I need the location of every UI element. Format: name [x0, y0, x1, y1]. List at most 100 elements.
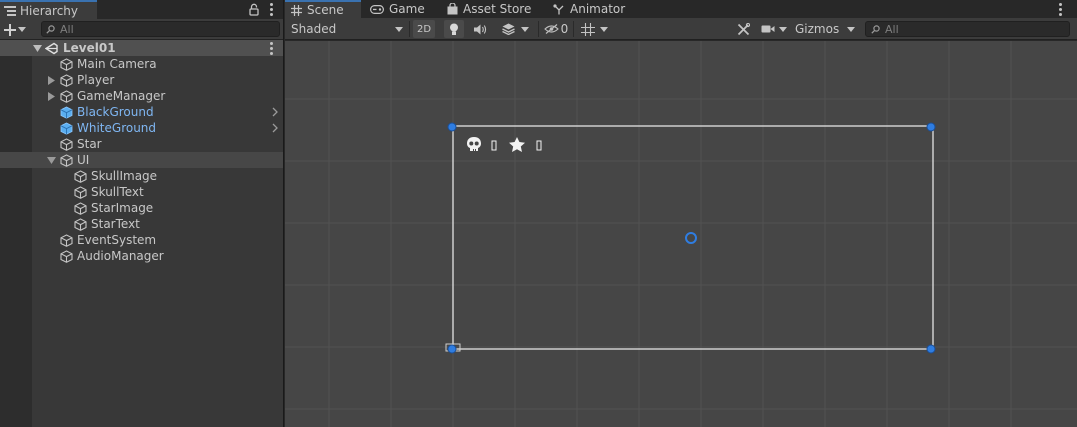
tab-animator[interactable]: Animator	[547, 0, 631, 18]
hierarchy-search-input[interactable]: All	[41, 21, 280, 37]
collapsed-arrow-icon[interactable]	[47, 92, 56, 101]
unity-scene-icon	[45, 42, 58, 55]
hierarchy-item-main-camera[interactable]: Main Camera	[0, 56, 283, 72]
ui-canvas-bounds	[452, 125, 934, 350]
hierarchy-item-skulltext[interactable]: SkullText	[0, 184, 283, 200]
add-dropdown-caret-icon	[18, 27, 26, 32]
gizmos-dropdown[interactable]: Gizmos	[792, 20, 858, 38]
chevron-right-icon[interactable]	[271, 123, 279, 133]
add-object-button[interactable]	[4, 21, 34, 38]
scene-row-level01[interactable]: Level01	[0, 40, 283, 56]
2d-toggle-button[interactable]: 2D	[413, 20, 435, 38]
hierarchy-toolbar: All	[0, 19, 283, 40]
effects-dropdown[interactable]	[495, 20, 535, 38]
scene-view-canvas[interactable]	[285, 41, 1077, 427]
tab-asset-store[interactable]: Asset Store	[441, 0, 537, 18]
gameobject-cube-icon	[74, 170, 87, 183]
hierarchy-item-startext[interactable]: StarText	[0, 216, 283, 232]
hierarchy-item-label: AudioManager	[77, 249, 164, 263]
plus-icon	[4, 23, 16, 36]
camera-dropdown[interactable]	[759, 20, 789, 38]
layers-effects-icon	[501, 23, 515, 35]
hidden-eye-icon	[543, 24, 559, 34]
hierarchy-item-ui[interactable]: UI	[0, 152, 283, 168]
speaker-icon	[473, 24, 486, 34]
tools-icon	[737, 22, 750, 35]
hierarchy-item-starimage[interactable]: StarImage	[0, 200, 283, 216]
dropdown-caret-icon	[520, 26, 529, 32]
hierarchy-item-audiomanager[interactable]: AudioManager	[0, 248, 283, 264]
expanded-arrow-icon[interactable]	[33, 44, 42, 53]
gameobject-cube-icon	[60, 234, 73, 247]
hierarchy-item-label: Star	[77, 137, 102, 151]
hierarchy-item-gamemanager[interactable]: GameManager	[0, 88, 283, 104]
draw-mode-label: Shaded	[291, 22, 337, 36]
prefab-cube-icon	[60, 106, 73, 119]
tab-game[interactable]: Game	[364, 0, 434, 18]
gamepad-icon	[370, 4, 384, 14]
hierarchy-item-eventsystem[interactable]: EventSystem	[0, 232, 283, 248]
expanded-arrow-icon[interactable]	[47, 156, 56, 165]
hierarchy-tab[interactable]: Hierarchy	[0, 0, 97, 19]
search-icon	[46, 24, 55, 34]
hierarchy-item-label: SkullImage	[91, 169, 158, 183]
tab-animator-label: Animator	[570, 2, 626, 16]
tools-button[interactable]	[734, 20, 752, 38]
scene-viewport[interactable]	[285, 41, 1077, 427]
hierarchy-item-label: SkullText	[91, 185, 144, 199]
scene-more-menu-icon[interactable]	[266, 41, 276, 55]
skull-icon	[467, 137, 481, 151]
tab-asset-store-label: Asset Store	[463, 2, 532, 16]
scene-panel: Scene Game Asset Store Animator Shaded 2…	[285, 0, 1077, 427]
hierarchy-item-star[interactable]: Star	[0, 136, 283, 152]
hierarchy-item-label: GameManager	[77, 89, 166, 103]
scene-more-menu-icon[interactable]	[1056, 2, 1064, 16]
gameobject-cube-icon	[60, 90, 73, 103]
hierarchy-panel: Hierarchy All Level01 Main Camera Player…	[0, 0, 284, 427]
shopping-bag-icon	[447, 3, 458, 15]
grid-icon	[291, 4, 302, 16]
hierarchy-item-skullimage[interactable]: SkullImage	[0, 168, 283, 184]
hierarchy-item-label: UI	[77, 153, 90, 167]
scene-grid	[285, 41, 1077, 427]
prefab-cube-icon	[60, 122, 73, 135]
scene-label: Level01	[63, 41, 116, 55]
audio-toggle-button[interactable]	[471, 20, 489, 38]
gameobject-cube-icon	[60, 74, 73, 87]
chevron-right-icon[interactable]	[271, 107, 279, 117]
gameobject-cube-icon	[60, 58, 73, 71]
hierarchy-item-player[interactable]: Player	[0, 72, 283, 88]
lock-icon[interactable]	[249, 3, 259, 16]
rect-corner-handle	[926, 344, 936, 354]
skull-text-rect	[491, 140, 497, 151]
gameobject-cube-icon	[74, 186, 87, 199]
dropdown-caret-icon	[599, 26, 608, 32]
hierarchy-item-blackground[interactable]: BlackGround	[0, 104, 283, 120]
scene-search-input[interactable]: All	[865, 21, 1070, 37]
scene-tab-bar: Scene Game Asset Store Animator	[285, 0, 1077, 18]
hierarchy-item-whiteground[interactable]: WhiteGround	[0, 120, 283, 136]
scene-visibility-toggle[interactable]: 0	[541, 20, 571, 38]
hierarchy-item-label: Main Camera	[77, 57, 157, 71]
tab-scene-label: Scene	[307, 3, 344, 17]
hierarchy-list-icon	[4, 5, 16, 16]
scene-search-placeholder: All	[885, 22, 899, 36]
tab-scene[interactable]: Scene	[285, 0, 361, 18]
gameobject-cube-icon	[60, 250, 73, 263]
2d-toggle-label: 2D	[416, 23, 432, 35]
draw-mode-dropdown[interactable]: Shaded	[288, 20, 406, 38]
grid-dropdown[interactable]	[575, 20, 613, 38]
rect-corner-handle	[447, 344, 457, 354]
search-icon	[871, 24, 880, 34]
collapsed-arrow-icon[interactable]	[47, 76, 56, 85]
animator-icon	[553, 3, 564, 14]
hierarchy-more-menu-icon[interactable]	[265, 2, 277, 17]
light-bulb-icon	[450, 23, 458, 35]
lighting-toggle-button[interactable]	[444, 20, 464, 38]
hierarchy-tab-bar: Hierarchy	[0, 0, 283, 19]
pivot-handle	[685, 232, 697, 244]
star-icon	[509, 137, 525, 152]
dropdown-caret-icon	[847, 26, 855, 32]
grid-snap-icon	[580, 22, 595, 36]
hierarchy-item-label: BlackGround	[77, 105, 154, 119]
